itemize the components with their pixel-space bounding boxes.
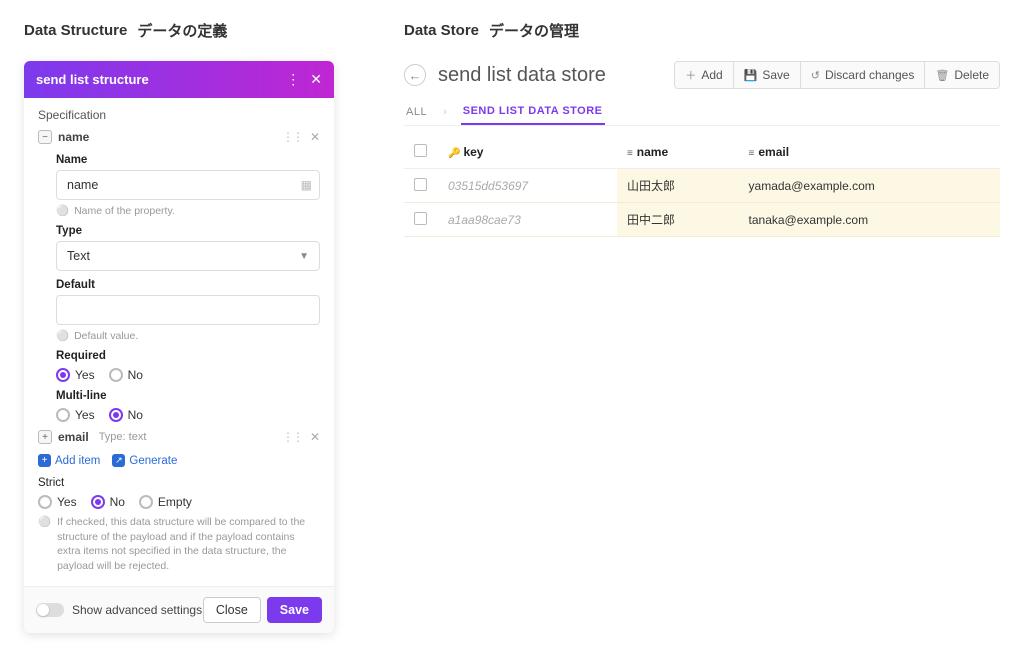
select-all-checkbox[interactable] — [414, 144, 427, 157]
name-hint: Name of the property. — [74, 205, 175, 217]
left-title-jp: データの定義 — [137, 20, 227, 41]
cell-email[interactable]: tanaka@example.com — [739, 203, 1000, 237]
left-section-title: Data Structure データの定義 — [24, 20, 334, 41]
tab-current[interactable]: SEND LIST DATA STORE — [461, 99, 605, 125]
collapse-icon[interactable]: − — [38, 130, 52, 144]
plus-icon: ＋ — [685, 67, 696, 83]
hint-bulb-icon: ⚪ — [56, 329, 69, 342]
cell-email[interactable]: yamada@example.com — [739, 169, 1000, 203]
drag-handle-icon[interactable]: ⋮⋮ — [282, 130, 302, 144]
save-icon: 💾 — [744, 69, 758, 82]
hint-bulb-icon: ⚪ — [56, 204, 69, 217]
property-key-name: name — [58, 130, 89, 144]
strict-empty-radio[interactable]: Empty — [139, 495, 192, 509]
add-button[interactable]: ＋Add — [674, 61, 733, 89]
cell-name[interactable]: 田中二郎 — [617, 203, 739, 237]
default-input[interactable] — [56, 295, 320, 325]
back-icon[interactable]: ← — [404, 64, 426, 86]
generate-icon: ↗ — [112, 454, 125, 467]
close-button[interactable]: Close — [203, 597, 261, 623]
strict-hint-text: If checked, this data structure will be … — [57, 515, 320, 574]
tab-all[interactable]: ALL — [404, 100, 429, 124]
property-row-name[interactable]: − name ⋮⋮ ✕ — [38, 128, 320, 146]
data-table: 🔑key ≡name ≡email 03515dd53697 山田太郎 yama… — [404, 136, 1000, 237]
specification-label: Specification — [38, 108, 320, 122]
panel-title: send list structure — [36, 72, 149, 87]
remove-property-icon[interactable]: ✕ — [310, 130, 320, 144]
breadcrumb-sep: › — [443, 106, 447, 118]
discard-button[interactable]: ↺Discard changes — [801, 61, 926, 89]
generate-button[interactable]: ↗Generate — [112, 454, 177, 467]
chevron-down-icon: ▼ — [299, 251, 309, 262]
strict-yes-radio[interactable]: Yes — [38, 495, 77, 509]
required-label: Required — [56, 350, 320, 362]
advanced-label: Show advanced settings — [72, 603, 202, 617]
type-select[interactable]: Text ▼ — [56, 241, 320, 271]
panel-close-icon[interactable]: ✕ — [310, 71, 322, 88]
left-title-en: Data Structure — [24, 22, 127, 39]
default-field-label: Default — [56, 279, 320, 291]
default-hint: Default value. — [74, 330, 138, 342]
right-section-title: Data Store データの管理 — [404, 20, 1000, 41]
multiline-label: Multi-line — [56, 390, 320, 402]
expand-icon[interactable]: + — [38, 430, 52, 444]
multiline-yes-radio[interactable]: Yes — [56, 408, 95, 422]
data-structure-panel: send list structure ⋮ ✕ Specification − … — [24, 61, 334, 633]
required-yes-radio[interactable]: Yes — [56, 368, 95, 382]
trash-icon: 🗑 — [935, 69, 949, 82]
table-row[interactable]: a1aa98cae73 田中二郎 tanaka@example.com — [404, 203, 1000, 237]
undo-icon: ↺ — [811, 69, 820, 82]
strict-label: Strict — [38, 477, 320, 489]
input-clear-icon[interactable]: ▦ — [301, 178, 312, 192]
panel-menu-icon[interactable]: ⋮ — [286, 71, 300, 88]
col-key[interactable]: 🔑key — [438, 136, 617, 169]
cell-key: a1aa98cae73 — [448, 213, 521, 227]
plus-icon: + — [38, 454, 51, 467]
hint-bulb-icon: ⚪ — [38, 515, 51, 574]
table-row[interactable]: 03515dd53697 山田太郎 yamada@example.com — [404, 169, 1000, 203]
panel-header: send list structure ⋮ ✕ — [24, 61, 334, 98]
col-name[interactable]: ≡name — [617, 136, 739, 169]
cell-name[interactable]: 山田太郎 — [617, 169, 739, 203]
row-checkbox[interactable] — [414, 178, 427, 191]
name-input[interactable] — [56, 170, 320, 200]
multiline-no-radio[interactable]: No — [109, 408, 143, 422]
save-button[interactable]: Save — [267, 597, 322, 623]
name-field-label: Name — [56, 154, 320, 166]
advanced-toggle[interactable] — [36, 603, 64, 617]
row-checkbox[interactable] — [414, 212, 427, 225]
col-email[interactable]: ≡email — [739, 136, 1000, 169]
remove-property-icon[interactable]: ✕ — [310, 430, 320, 444]
key-icon: 🔑 — [448, 148, 460, 159]
delete-button[interactable]: 🗑Delete — [925, 61, 1000, 89]
strict-no-radio[interactable]: No — [91, 495, 125, 509]
add-item-button[interactable]: +Add item — [38, 454, 100, 467]
store-title: send list data store — [438, 64, 606, 87]
cell-key: 03515dd53697 — [448, 179, 528, 193]
right-title-jp: データの管理 — [489, 20, 579, 41]
text-col-icon: ≡ — [627, 148, 633, 159]
store-save-button[interactable]: 💾Save — [734, 61, 801, 89]
property-key-email: email — [58, 430, 89, 444]
type-value: Text — [67, 249, 90, 263]
property-row-email[interactable]: + email Type: text ⋮⋮ ✕ — [38, 428, 320, 446]
required-no-radio[interactable]: No — [109, 368, 143, 382]
right-title-en: Data Store — [404, 22, 479, 39]
drag-handle-icon[interactable]: ⋮⋮ — [282, 430, 302, 444]
text-col-icon: ≡ — [749, 148, 755, 159]
email-type-aux: Type: text — [99, 431, 147, 443]
type-field-label: Type — [56, 225, 320, 237]
